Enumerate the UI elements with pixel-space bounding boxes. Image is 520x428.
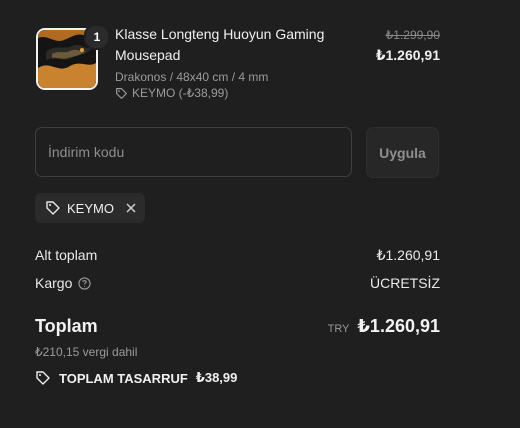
shipping-value: ÜCRETSİZ: [370, 275, 440, 291]
product-title: Klasse Longteng Huoyun Gaming Mousepad: [115, 26, 325, 63]
cart-line-item: 1 Klasse Longteng Huoyun Gaming Mousepad…: [36, 24, 440, 110]
discount-code-form: Uygula: [35, 127, 440, 179]
original-price: ₺1.299,90: [385, 28, 440, 42]
product-discount: KEYMO (-₺38,99): [115, 86, 345, 100]
total-value: ₺1.260,91: [357, 316, 440, 336]
savings-value: ₺38,99: [195, 370, 238, 385]
applied-discount-chip: KEYMO: [35, 193, 145, 223]
total-label: Toplam: [35, 316, 98, 336]
product-thumbnail-wrapper: 1: [36, 24, 110, 90]
tag-icon: [115, 87, 128, 100]
tag-icon: [45, 200, 61, 216]
subtotal-label: Alt toplam: [35, 247, 98, 263]
shipping-label: Kargo: [35, 275, 73, 291]
product-info: Klasse Longteng Huoyun Gaming Mousepad D…: [115, 24, 345, 100]
discounted-price: ₺1.260,91: [375, 47, 440, 63]
savings-label: TOPLAM TASARRUF: [59, 370, 188, 386]
product-discount-text: KEYMO (-₺38,99): [132, 86, 229, 100]
product-variant: Drakonos / 48x40 cm / 4 mm: [115, 70, 269, 84]
subtotal-row: Alt toplam ₺1.260,91: [35, 247, 440, 263]
currency-code: TRY: [327, 323, 350, 335]
close-icon[interactable]: [125, 202, 137, 214]
subtotal-value: ₺1.260,91: [376, 247, 440, 263]
tax-note: ₺210,15 vergi dahil: [35, 345, 138, 359]
total-amount: TRY ₺1.260,91: [328, 316, 440, 337]
total-row: Toplam TRY ₺1.260,91: [35, 316, 440, 340]
question-circle-icon[interactable]: [78, 276, 91, 290]
applied-discount-code: KEYMO: [67, 200, 114, 216]
total-savings: TOPLAM TASARRUF ₺38,99: [35, 370, 237, 386]
apply-discount-button[interactable]: Uygula: [366, 127, 439, 178]
tag-icon: [35, 370, 51, 386]
discount-code-input[interactable]: [35, 127, 352, 177]
shipping-row: Kargo ÜCRETSİZ: [35, 275, 440, 291]
product-prices: ₺1.299,90 ₺1.260,91: [376, 28, 440, 64]
quantity-badge: 1: [84, 24, 110, 50]
